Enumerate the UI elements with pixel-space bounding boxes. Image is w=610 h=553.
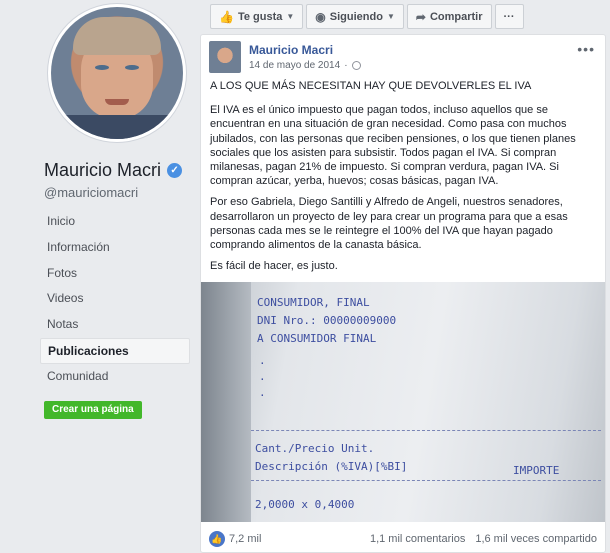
share-count[interactable]: 1,6 mil veces compartido: [475, 533, 597, 545]
like-page-button[interactable]: 👍 Te gusta ▼: [210, 4, 304, 29]
receipt-line: Descripción (%IVA)[%BI]: [255, 460, 408, 473]
page-action-bar: 👍 Te gusta ▼ ◉ Siguiendo ▼ ➦ Compartir ·…: [210, 4, 524, 29]
post-paragraph: El IVA es el único impuesto que pagan to…: [210, 104, 576, 188]
post-headline: A LOS QUE MÁS NECESITAN HAY QUE DEVOLVER…: [210, 80, 532, 92]
more-options-button[interactable]: ···: [494, 4, 524, 29]
receipt-photo[interactable]: CONSUMIDOR, FINAL DNI Nro.: 00000009000 …: [201, 282, 605, 522]
post-author[interactable]: Mauricio Macri: [249, 43, 333, 57]
nav-item-comunidad[interactable]: Comunidad: [40, 364, 190, 390]
page-name-text[interactable]: Mauricio Macri: [44, 160, 161, 181]
post-paragraph: Es fácil de hacer, es justo.: [210, 260, 338, 273]
receipt-line: A CONSUMIDOR FINAL: [257, 332, 377, 345]
post-paragraph: Por eso Gabriela, Diego Santilli y Alfre…: [210, 196, 568, 252]
share-button[interactable]: ➦ Compartir: [406, 4, 492, 29]
page-nav: Inicio Información Fotos Videos Notas Pu…: [40, 209, 190, 390]
avatar: [51, 7, 183, 139]
globe-icon: [351, 61, 361, 70]
comment-count[interactable]: 1,1 mil comentarios: [370, 533, 465, 545]
following-label: Siguiendo: [329, 10, 383, 23]
author-avatar[interactable]: [209, 41, 241, 73]
share-label: Compartir: [429, 10, 483, 23]
post-footer: 👍 7,2 mil 1,1 mil comentarios 1,6 mil ve…: [201, 525, 605, 553]
create-page-button[interactable]: Crear una página: [44, 401, 142, 419]
nav-item-notas[interactable]: Notas: [40, 312, 190, 338]
left-column: Mauricio Macri ✓ @mauriciomacri Inicio I…: [0, 0, 200, 553]
receipt-line: DNI Nro.: 00000009000: [257, 314, 397, 327]
nav-item-informacion[interactable]: Información: [40, 235, 190, 261]
nav-item-videos[interactable]: Videos: [40, 286, 190, 312]
page-title[interactable]: Mauricio Macri ✓: [44, 160, 183, 181]
chevron-down-icon: ▼: [386, 12, 395, 21]
post-header: Mauricio Macri 14 de mayo de 2014 · •••: [209, 41, 599, 73]
nav-item-fotos[interactable]: Fotos: [40, 261, 190, 287]
receipt-line: IMPORTE: [513, 464, 560, 477]
like-page-label: Te gusta: [237, 10, 283, 23]
rss-icon: ◉: [315, 9, 326, 24]
receipt-line: CONSUMIDOR, FINAL: [257, 296, 370, 309]
post-date[interactable]: 14 de mayo de 2014: [249, 60, 340, 71]
post-stats: 1,1 mil comentarios 1,6 mil veces compar…: [370, 533, 597, 545]
receipt-line: Cant./Precio Unit.: [255, 442, 375, 455]
post-options-icon[interactable]: •••: [577, 41, 595, 57]
chevron-down-icon: ▼: [286, 12, 295, 21]
page-handle: @mauriciomacri: [44, 185, 139, 200]
post-card: Mauricio Macri 14 de mayo de 2014 · ••• …: [200, 34, 606, 553]
verified-badge-icon: ✓: [167, 163, 183, 178]
following-button[interactable]: ◉ Siguiendo ▼: [306, 4, 404, 29]
share-icon: ➦: [415, 9, 426, 24]
like-count[interactable]: 7,2 mil: [229, 533, 261, 545]
receipt-line: 2,0000 x 0,4000: [255, 498, 355, 511]
thumbs-up-icon: 👍: [219, 9, 234, 24]
nav-item-publicaciones[interactable]: Publicaciones: [40, 337, 190, 364]
post-date-row: 14 de mayo de 2014 ·: [249, 60, 361, 71]
nav-item-inicio[interactable]: Inicio: [40, 209, 190, 235]
profile-picture[interactable]: [48, 4, 186, 142]
like-reaction-icon[interactable]: 👍: [209, 531, 225, 547]
post-body: A LOS QUE MÁS NECESITAN HAY QUE DEVOLVER…: [210, 79, 600, 280]
